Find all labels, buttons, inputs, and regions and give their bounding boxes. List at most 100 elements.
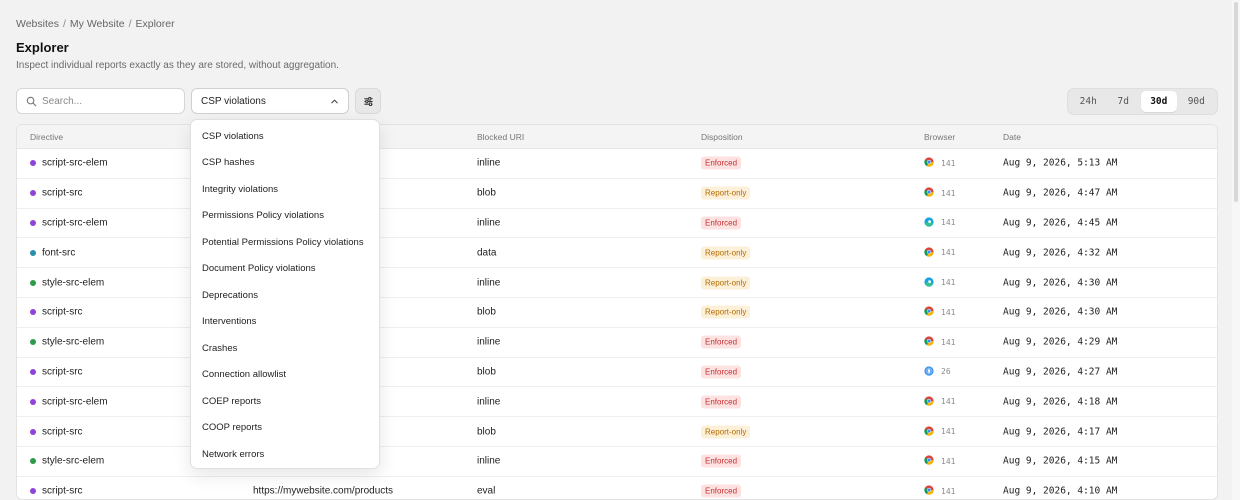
chrome-icon: [924, 306, 934, 318]
browser-version: 141: [941, 307, 956, 317]
browser-cell: 141: [924, 425, 955, 438]
browser-cell: 26: [924, 366, 951, 378]
browser-cell: 141: [924, 396, 955, 408]
column-date[interactable]: Date: [1003, 132, 1021, 142]
directive-color-dot: [30, 428, 36, 435]
disposition-badge: Report-only: [701, 425, 751, 439]
directive-cell: style-src-elem: [42, 277, 105, 289]
date-cell: Aug 9, 2026, 4:17 AM: [1003, 426, 1118, 438]
column-directive[interactable]: Directive: [30, 132, 63, 142]
page-title: Explorer: [16, 40, 69, 55]
dropdown-option[interactable]: Crashes: [191, 335, 379, 362]
directive-cell: script-src: [42, 426, 83, 438]
blocked-uri-cell: blob: [477, 426, 496, 438]
scrollbar-thumb[interactable]: [1234, 2, 1238, 202]
browser-version: 141: [941, 486, 956, 496]
page-scrollbar[interactable]: [1232, 0, 1240, 500]
directive-cell: script-src: [42, 366, 83, 378]
blocked-uri-cell: inline: [477, 217, 501, 229]
browser-cell: 141: [924, 306, 955, 318]
dropdown-option[interactable]: Permissions Policy violations: [191, 203, 379, 230]
blocked-uri-cell: inline: [477, 455, 501, 467]
range-90d[interactable]: 90d: [1179, 91, 1214, 112]
filter-settings-button[interactable]: [355, 88, 381, 114]
report-type-selected: CSP violations: [201, 95, 266, 107]
blocked-uri-cell: inline: [477, 277, 501, 289]
disposition-badge: Enforced: [701, 216, 742, 230]
dropdown-option[interactable]: Network errors: [191, 441, 379, 468]
browser-cell: 141: [924, 485, 955, 497]
browser-version: 141: [941, 337, 956, 347]
search-input[interactable]: [42, 95, 172, 107]
breadcrumb-websites[interactable]: Websites: [16, 18, 59, 30]
chevron-up-icon: [331, 99, 338, 103]
table-row[interactable]: script-src https://mywebsite.com/products…: [17, 477, 1217, 499]
search-box[interactable]: [16, 88, 185, 114]
directive-cell: script-src: [42, 485, 83, 497]
date-cell: Aug 9, 2026, 4:30 AM: [1003, 306, 1118, 318]
directive-cell: script-src-elem: [42, 396, 108, 408]
blocked-uri-cell: inline: [477, 396, 501, 408]
column-browser[interactable]: Browser: [924, 132, 955, 142]
browser-version: 26: [941, 367, 951, 377]
date-cell: Aug 9, 2026, 4:47 AM: [1003, 187, 1118, 199]
directive-cell: script-src-elem: [42, 217, 108, 229]
browser-cell: 141: [924, 336, 955, 348]
disposition-badge: Enforced: [701, 484, 742, 498]
dropdown-option[interactable]: Connection allowlist: [191, 362, 379, 389]
breadcrumb-my-website[interactable]: My Website: [70, 18, 125, 30]
disposition-badge: Report-only: [701, 276, 751, 290]
report-type-select[interactable]: CSP violations: [191, 88, 349, 114]
dropdown-option[interactable]: Integrity violations: [191, 176, 379, 203]
chrome-icon: [924, 187, 934, 199]
directive-color-dot: [30, 249, 36, 256]
blocked-uri-cell: blob: [477, 187, 496, 199]
range-7d[interactable]: 7d: [1108, 91, 1140, 112]
browser-version: 141: [941, 278, 956, 288]
directive-cell: font-src: [42, 247, 76, 259]
breadcrumb-separator: /: [128, 18, 132, 30]
dropdown-option[interactable]: Deprecations: [191, 282, 379, 309]
chrome-icon: [924, 425, 934, 438]
chrome-icon: [924, 157, 934, 169]
directive-color-dot: [30, 339, 36, 346]
dropdown-option[interactable]: Document Policy violations: [191, 256, 379, 283]
range-30d[interactable]: 30d: [1141, 91, 1177, 112]
column-blocked-uri[interactable]: Blocked URI: [477, 132, 524, 142]
disposition-badge: Enforced: [701, 454, 742, 468]
browser-cell: 141: [924, 276, 956, 289]
date-cell: Aug 9, 2026, 4:18 AM: [1003, 396, 1118, 408]
browser-cell: 141: [924, 247, 955, 259]
browser-version: 141: [941, 456, 956, 466]
blocked-uri-cell: blob: [477, 366, 496, 378]
directive-cell: script-src-elem: [42, 157, 108, 169]
time-range-toggle: 24h 7d 30d 90d: [1067, 88, 1218, 115]
range-24h[interactable]: 24h: [1071, 91, 1106, 112]
browser-cell: 141: [924, 187, 955, 199]
document-uri-cell: https://mywebsite.com/products: [253, 485, 394, 497]
date-cell: Aug 9, 2026, 5:13 AM: [1003, 157, 1118, 169]
report-type-dropdown: CSP violations CSP hashes Integrity violat…: [190, 119, 380, 469]
column-disposition[interactable]: Disposition: [701, 132, 743, 142]
disposition-badge: Enforced: [701, 395, 742, 409]
dropdown-option[interactable]: Interventions: [191, 309, 379, 336]
dropdown-option[interactable]: COOP reports: [191, 415, 379, 442]
dropdown-option[interactable]: COEP reports: [191, 388, 379, 415]
blocked-uri-cell: inline: [477, 336, 501, 348]
directive-color-dot: [30, 160, 36, 167]
breadcrumb: Websites / My Website / Explorer: [16, 18, 175, 30]
disposition-badge: Report-only: [701, 186, 751, 200]
search-icon: [26, 96, 37, 106]
dropdown-option[interactable]: Potential Permissions Policy violations: [191, 229, 379, 256]
disposition-badge: Report-only: [701, 246, 751, 260]
dropdown-option[interactable]: CSP violations: [191, 123, 379, 150]
disposition-badge: Enforced: [701, 156, 742, 170]
chrome-icon: [924, 455, 934, 467]
dropdown-option[interactable]: CSP hashes: [191, 150, 379, 177]
browser-version: 141: [941, 188, 956, 198]
browser-cell: 141: [924, 455, 955, 467]
date-cell: Aug 9, 2026, 4:27 AM: [1003, 366, 1118, 378]
chrome-icon: [924, 247, 934, 259]
chrome-icon: [924, 396, 934, 408]
edge-icon: [924, 276, 934, 289]
